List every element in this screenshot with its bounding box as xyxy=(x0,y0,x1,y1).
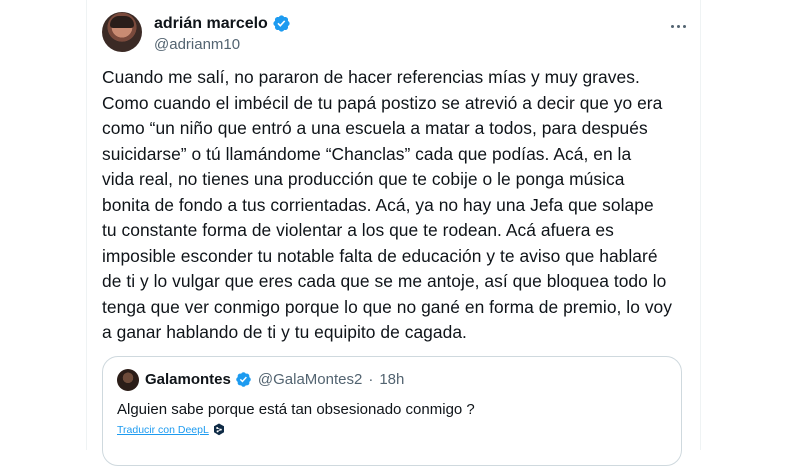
quoted-author-name[interactable]: Galamontes xyxy=(145,371,231,388)
quoted-separator: · xyxy=(368,371,374,388)
tweet-header: adrián marcelo @adrianm10 xyxy=(102,12,690,62)
more-options-icon[interactable] xyxy=(666,16,690,36)
timeline-border-left xyxy=(86,0,87,450)
verified-badge-icon xyxy=(273,15,290,32)
deepl-icon xyxy=(213,423,224,436)
quoted-author-avatar[interactable] xyxy=(117,369,139,391)
quoted-timestamp[interactable]: 18h xyxy=(379,371,404,388)
verified-badge-icon xyxy=(236,372,251,387)
quoted-author-row: Galamontes @GalaMontes2 · 18h xyxy=(145,371,404,388)
translate-link[interactable]: Traducir con DeepL xyxy=(117,424,209,436)
tweet-text: Cuando me salí, no pararon de hacer refe… xyxy=(102,67,673,342)
author-display-name[interactable]: adrián marcelo xyxy=(154,15,268,33)
quoted-author-handle[interactable]: @GalaMontes2 xyxy=(258,371,362,388)
author-handle[interactable]: @adrianm10 xyxy=(154,36,240,53)
quoted-tweet-text: Alguien sabe porque está tan obsesionado… xyxy=(117,401,475,418)
author-name-row[interactable]: adrián marcelo xyxy=(154,14,291,33)
timeline-border-right xyxy=(700,0,701,450)
author-avatar[interactable] xyxy=(102,12,142,52)
translate-row: Traducir con DeepL xyxy=(117,423,225,436)
